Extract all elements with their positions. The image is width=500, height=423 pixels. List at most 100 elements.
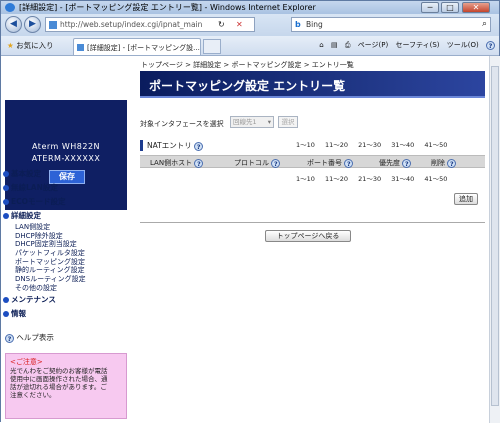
help-icon[interactable]: ? [486,40,495,50]
address-field[interactable]: http://web.setup/index.cgi/ipnat_main ↻ … [45,17,255,32]
ie-logo-icon [5,3,15,12]
menu-label: 情報 [11,308,26,318]
menu-label: ECOモード設定 [11,197,66,206]
chevron-down-icon: ▾ [267,118,271,126]
page-title: ポートマッピング設定 エントリー覧 [149,79,346,93]
scrollbar-thumb[interactable] [491,66,499,406]
menu-eco[interactable]: ECOモード設定 [3,195,127,209]
tab-page-icon [77,44,84,51]
page-link[interactable]: 11～20 [325,173,348,183]
back-button[interactable]: ◀ [5,16,22,33]
print-icon[interactable]: ⎙ [345,41,351,49]
question-icon[interactable]: ? [447,158,457,168]
column-header: 削除 ? [431,158,457,168]
tab-title: [詳細設定] - [ポートマッピング設... [87,44,200,52]
address-bar-row: ◀ ▶ http://web.setup/index.cgi/ipnat_mai… [1,14,499,36]
add-entry-button[interactable]: 追加 [454,193,478,205]
interface-select-button[interactable]: 選択 [278,116,298,128]
menu-basic[interactable]: 基本設定 [3,167,127,181]
page-link[interactable]: 31～40 [391,139,414,149]
new-tab-button[interactable] [203,39,221,54]
column-header: 優先度 ? [379,158,412,168]
browser-tab[interactable]: [詳細設定] - [ポートマッピング設... [73,38,201,55]
home-icon[interactable]: ⌂ [319,41,323,49]
submenu-dns-routing[interactable]: DNSルーティング設定 [3,275,127,284]
menu-label: メンテナンス [11,294,56,304]
pager-bottom: 1～10 11～20 21～30 31～40 41～50 [296,173,454,183]
page-link[interactable]: 21～30 [358,173,381,183]
column-header: プロトコル ? [234,158,281,168]
minimize-button[interactable]: ─ [421,2,439,13]
question-icon[interactable]: ? [194,158,204,168]
menu-label: 無線LAN設定 [11,183,58,192]
refresh-icon[interactable]: ↻ [218,20,225,29]
menu-wireless[interactable]: 無線LAN設定 [3,181,127,195]
column-header: ポート番号 ? [307,158,354,168]
pager-top: 1～10 11～20 21～30 31～40 41～50 [296,139,454,149]
page-link[interactable]: 1～10 [296,139,315,149]
menu-info[interactable]: 情報 [3,307,127,321]
favorites-button[interactable]: ★ お気に入り [7,40,54,51]
bullet-icon [3,213,9,219]
nat-entry-label: NATエントリ [147,141,192,150]
search-box[interactable]: b Bing ⌕ [291,17,491,32]
submenu-dhcp-fixed[interactable]: DHCP固定割当設定 [3,240,127,249]
model-name: Aterm WH822N [31,142,101,151]
safety-menu[interactable]: セーフティ(S) [395,41,439,49]
vertical-scrollbar[interactable] [489,56,500,423]
question-icon: ? [5,333,14,343]
submenu-packet-filter[interactable]: パケットフィルタ設定 [3,249,127,258]
divider [140,222,485,223]
star-icon: ★ [7,41,14,50]
notice-title: <ご注意> [10,358,43,366]
page-link[interactable]: 11～20 [325,139,348,149]
page-link[interactable]: 41～50 [424,139,447,149]
device-name: ATERM-XXXXXX [31,154,101,163]
question-icon[interactable]: ? [194,141,204,151]
window-title: [詳細設定] - [ポートマッピング設定 エントリー覧] - Windows I… [19,3,316,12]
submenu-other[interactable]: その他の設定 [3,284,127,293]
menu-maintenance[interactable]: メンテナンス [3,293,127,307]
submenu-static-routing[interactable]: 静的ルーティング設定 [3,266,127,275]
page-header: ポートマッピング設定 エントリー覧 [140,71,485,98]
notice-body: 光でんわをご契約のお客様が電話使用中に画面操作された場合、通話が途切れる場合があ… [10,367,108,399]
page-link[interactable]: 41～50 [424,173,447,183]
forward-button[interactable]: ▶ [24,16,41,33]
page-icon [49,21,57,29]
breadcrumb: トップページ > 詳細設定 > ポートマッピング設定 > エントリ一覧 [141,61,354,69]
interface-value: 回線先1 [233,118,257,126]
feeds-icon[interactable]: ▤ [331,41,338,49]
question-icon[interactable]: ? [271,158,281,168]
command-bar: ★ お気に入り [詳細設定] - [ポートマッピング設... ⌂ ▤ ⎙ ページ… [1,36,499,56]
bullet-icon [3,310,9,317]
bullet-icon [3,199,9,205]
tools-menu[interactable]: ツール(O) [447,41,479,49]
side-menu: 基本設定 無線LAN設定 ECOモード設定 詳細設定 LAN側設定 DHCP除外… [3,167,127,321]
command-menus: ⌂ ▤ ⎙ ページ(P) セーフティ(S) ツール(O) ? [314,40,495,50]
page-link[interactable]: 1～10 [296,173,315,183]
column-header: LAN側ホスト ? [150,158,204,168]
page-link[interactable]: 31～40 [391,173,414,183]
question-icon[interactable]: ? [402,158,412,168]
help-link[interactable]: ? ヘルプ表示 [5,332,54,343]
bullet-icon [3,171,9,177]
maximize-button[interactable]: □ [441,2,459,13]
page-menu[interactable]: ページ(P) [358,41,389,49]
stop-icon[interactable]: ✕ [236,20,243,29]
back-to-top-button[interactable]: トップページへ戻る [265,230,351,242]
menu-advanced[interactable]: 詳細設定 [3,209,127,223]
interface-select[interactable]: 回線先1 ▾ [230,116,274,128]
page-link[interactable]: 21～30 [358,139,381,149]
interface-label: 対象インタフェースを選択 [140,120,224,128]
submenu-lan[interactable]: LAN側設定 [3,223,127,232]
menu-label: 詳細設定 [11,211,41,220]
title-bar: [詳細設定] - [ポートマッピング設定 エントリー覧] - Windows I… [1,1,499,14]
close-button[interactable]: ✕ [462,2,490,13]
nat-entry-heading: NATエントリ ? [140,140,204,151]
search-icon[interactable]: ⌕ [482,19,487,29]
page-content: Aterm WH822N ATERM-XXXXXX 保存 基本設定 無線LAN設… [1,56,489,423]
notice-box: <ご注意> 光でんわをご契約のお客様が電話使用中に画面操作された場合、通話が途切… [5,353,127,419]
search-input[interactable]: Bing [306,20,323,29]
address-url: http://web.setup/index.cgi/ipnat_main [60,20,203,29]
question-icon[interactable]: ? [344,158,354,168]
